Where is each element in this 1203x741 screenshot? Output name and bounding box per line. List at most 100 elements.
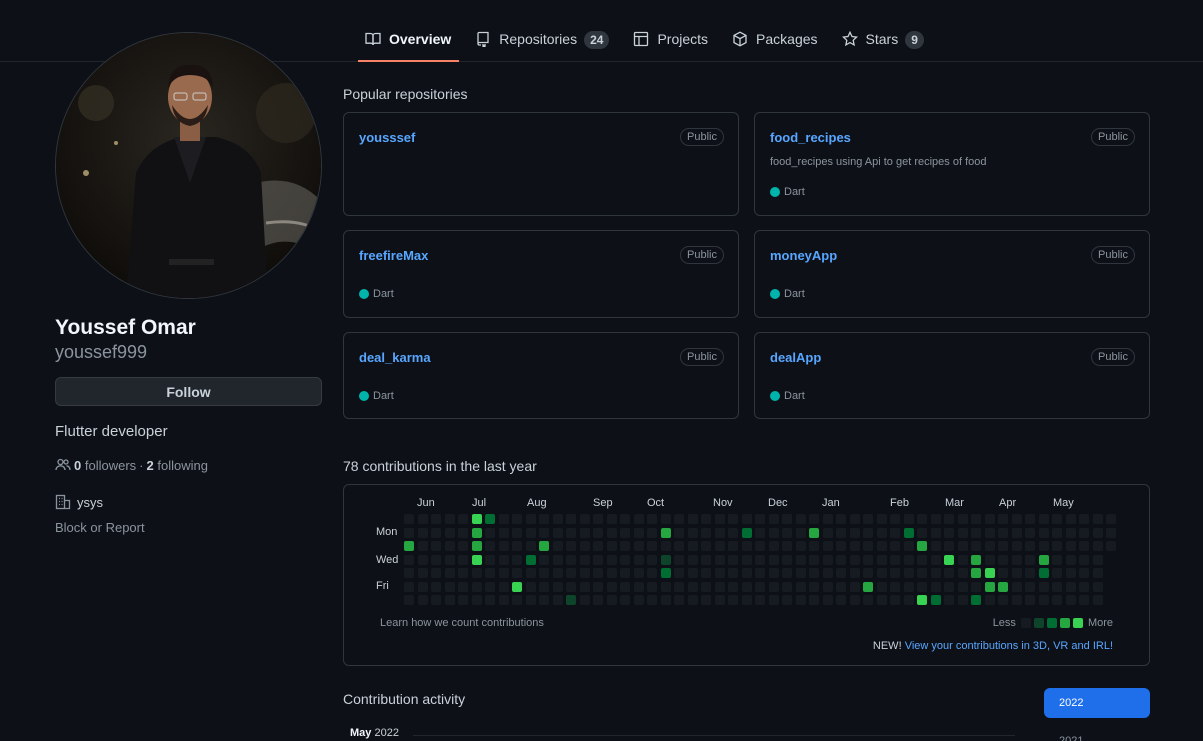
contribution-day[interactable] [822,514,833,524]
view-3d-contributions-link[interactable]: View your contributions in 3D, VR and IR… [905,640,1113,652]
contribution-day[interactable] [755,595,765,605]
contribution-day[interactable] [647,595,657,605]
contribution-day[interactable] [1025,554,1035,565]
contribution-day[interactable] [1052,568,1062,578]
contribution-day[interactable] [998,541,1008,551]
contribution-day[interactable] [917,527,927,538]
contribution-day[interactable] [795,527,806,538]
contribution-day[interactable] [903,568,914,578]
contribution-day[interactable] [444,527,455,538]
contribution-day[interactable] [458,581,468,592]
contribution-day[interactable] [863,568,873,578]
contribution-day[interactable] [1025,527,1035,538]
repo-link[interactable]: moneyApp [770,248,837,263]
contribution-day[interactable] [1011,527,1022,538]
contribution-day[interactable] [957,581,968,592]
contribution-day[interactable] [971,595,981,605]
contribution-day[interactable] [458,541,468,551]
contribution-day[interactable] [741,514,752,524]
contribution-day[interactable] [593,568,603,578]
contribution-day[interactable] [890,541,900,551]
contribution-day[interactable] [620,595,630,605]
contribution-day[interactable] [566,595,576,605]
contribution-day[interactable] [890,568,900,578]
contribution-day[interactable] [471,595,482,605]
contribution-day[interactable] [417,527,428,538]
contribution-day[interactable] [1052,514,1062,524]
contribution-day[interactable] [566,514,576,524]
contribution-day[interactable] [984,595,995,605]
contribution-day[interactable] [741,541,752,551]
contribution-day[interactable] [809,581,819,592]
contribution-day[interactable] [782,554,792,565]
contribution-day[interactable] [1052,554,1062,565]
contribution-day[interactable] [417,581,428,592]
contribution-day[interactable] [930,541,941,551]
contribution-day[interactable] [876,554,887,565]
contribution-day[interactable] [849,595,860,605]
contribution-day[interactable] [417,568,428,578]
contribution-day[interactable] [458,595,468,605]
contribution-day[interactable] [647,527,657,538]
contribution-day[interactable] [863,541,873,551]
contribution-day[interactable] [606,527,617,538]
contribution-day[interactable] [998,595,1008,605]
contribution-day[interactable] [917,541,927,551]
contribution-day[interactable] [984,514,995,524]
contribution-day[interactable] [552,581,563,592]
contribution-day[interactable] [836,514,846,524]
contribution-day[interactable] [471,514,482,524]
contribution-day[interactable] [917,581,927,592]
contribution-day[interactable] [1065,527,1076,538]
contribution-day[interactable] [971,554,981,565]
contribution-day[interactable] [984,554,995,565]
contribution-day[interactable] [687,514,698,524]
contribution-day[interactable] [728,554,738,565]
contribution-day[interactable] [1025,568,1035,578]
contribution-day[interactable] [863,595,873,605]
contribution-day[interactable] [755,568,765,578]
contribution-day[interactable] [512,541,522,551]
contribution-day[interactable] [782,514,792,524]
contribution-day[interactable] [660,554,671,565]
contribution-day[interactable] [836,527,846,538]
contribution-day[interactable] [485,581,495,592]
contribution-day[interactable] [687,527,698,538]
contribution-day[interactable] [755,581,765,592]
contribution-day[interactable] [1106,514,1116,524]
contribution-day[interactable] [876,514,887,524]
contribution-day[interactable] [782,527,792,538]
follow-button[interactable]: Follow [55,377,322,406]
contribution-day[interactable] [714,554,725,565]
contribution-day[interactable] [755,541,765,551]
contribution-day[interactable] [1079,514,1089,524]
contribution-day[interactable] [782,581,792,592]
contribution-day[interactable] [917,554,927,565]
contribution-day[interactable] [431,595,441,605]
contribution-day[interactable] [687,581,698,592]
contribution-day[interactable] [471,581,482,592]
contribution-day[interactable] [714,514,725,524]
contribution-day[interactable] [836,581,846,592]
contribution-day[interactable] [809,595,819,605]
contribution-day[interactable] [539,527,549,538]
contribution-day[interactable] [1025,581,1035,592]
contribution-day[interactable] [795,581,806,592]
repo-link[interactable]: yousssef [359,130,415,145]
contribution-day[interactable] [579,541,590,551]
contribution-day[interactable] [1079,568,1089,578]
contribution-day[interactable] [741,527,752,538]
contribution-day[interactable] [593,595,603,605]
contribution-day[interactable] [498,568,509,578]
contribution-day[interactable] [1038,514,1049,524]
contribution-day[interactable] [1092,595,1103,605]
contribution-day[interactable] [647,554,657,565]
year-button[interactable]: 2021 [1059,735,1083,741]
contribution-day[interactable] [431,554,441,565]
contribution-day[interactable] [593,554,603,565]
contribution-day[interactable] [620,568,630,578]
contribution-day[interactable] [1011,554,1022,565]
contribution-day[interactable] [498,541,509,551]
contribution-day[interactable] [633,541,644,551]
contribution-day[interactable] [485,541,495,551]
